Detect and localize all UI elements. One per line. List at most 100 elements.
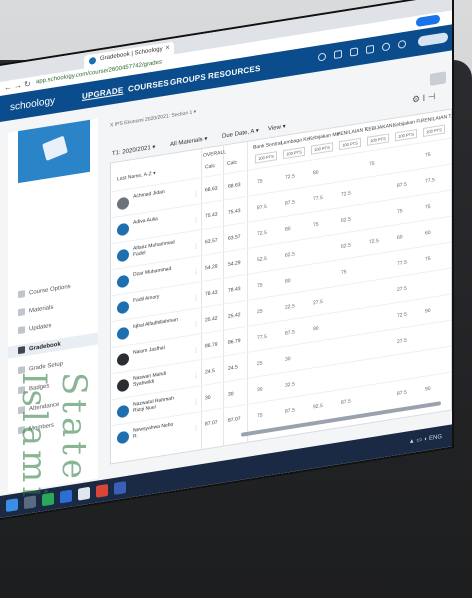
grade-cell[interactable]: 87.5 <box>397 182 407 190</box>
row-menu-icon[interactable]: ⋮ <box>193 268 199 276</box>
sidebar-item-materials[interactable]: Materials <box>18 304 53 317</box>
grade-cell[interactable]: 72.5 <box>397 312 407 320</box>
word-icon[interactable] <box>60 489 72 504</box>
grade-cell[interactable]: 92.5 <box>313 403 323 411</box>
grade-cell[interactable]: 62.5 <box>341 216 351 224</box>
assignment-column-header[interactable]: PENILAIAN T... <box>421 113 452 124</box>
grade-cell[interactable]: 90 <box>425 386 431 393</box>
grade-cell[interactable]: 75 <box>369 161 375 168</box>
filter-sort-date[interactable]: Due Date, A ▾ <box>222 127 259 140</box>
grade-cell[interactable]: 80 <box>285 226 291 233</box>
student-name[interactable]: Newsyahwa Nebo R. <box>133 421 179 440</box>
row-menu-icon[interactable]: ⋮ <box>193 372 199 380</box>
start-icon[interactable] <box>6 498 18 513</box>
filter-view[interactable]: View ▾ <box>268 123 286 133</box>
grade-cell[interactable]: 30 <box>285 356 291 363</box>
row-menu-icon[interactable]: ⋮ <box>193 242 199 250</box>
app-icon[interactable] <box>114 481 126 495</box>
grade-cell[interactable]: 22.5 <box>285 303 295 311</box>
nav-resources[interactable]: RESOURCES <box>208 64 260 81</box>
powerpoint-icon[interactable] <box>96 483 108 498</box>
grade-cell[interactable]: 75 <box>397 208 403 215</box>
grade-cell[interactable]: 87.5 <box>257 204 267 212</box>
user-menu[interactable] <box>418 32 448 47</box>
row-menu-icon[interactable]: ⋮ <box>193 424 199 432</box>
student-name[interactable]: Naswan Mahdi Syahwildi <box>133 369 179 388</box>
assignment-column-header[interactable]: Kebijakan Fi... <box>393 118 425 129</box>
sidebar-item-updates[interactable]: Updates <box>18 322 51 335</box>
grade-cell[interactable]: 72.5 <box>341 190 351 198</box>
grade-cell[interactable]: 87.5 <box>285 199 295 207</box>
nav-upgrade[interactable]: UPGRADE <box>82 85 123 101</box>
grade-cell[interactable]: 75 <box>341 269 347 276</box>
schoology-logo[interactable]: schoology <box>10 95 55 113</box>
student-name[interactable]: Achmad Jidan <box>133 187 179 200</box>
grade-cell[interactable]: 27.5 <box>397 286 407 294</box>
grade-cell[interactable]: 87.5 <box>341 398 351 406</box>
grade-cell[interactable]: 77.5 <box>425 177 435 185</box>
grade-cell[interactable]: 25 <box>257 308 263 315</box>
sidebar-item-attendance[interactable]: Attendance <box>18 401 59 415</box>
student-name[interactable]: Naiom Jasfhal <box>133 343 179 356</box>
row-menu-icon[interactable]: ⋮ <box>193 320 199 328</box>
student-name[interactable]: Dzar Muhammad <box>133 265 179 278</box>
messages-icon[interactable] <box>366 44 374 55</box>
reload-icon[interactable]: ↻ <box>24 79 31 89</box>
grade-cell[interactable]: 90 <box>425 308 431 315</box>
grade-cell[interactable]: 60 <box>397 234 403 241</box>
grade-cell[interactable]: 75 <box>257 412 263 419</box>
back-icon[interactable]: ← <box>4 82 12 92</box>
row-menu-icon[interactable]: ⋮ <box>193 190 199 198</box>
grade-cell[interactable]: 75 <box>257 178 263 185</box>
filter-grading-period[interactable]: T1: 2020/2021 ▾ <box>112 143 155 157</box>
sidebar-item-badges[interactable]: Badges <box>18 382 49 395</box>
gradebook-settings-button[interactable] <box>430 71 446 86</box>
system-tray[interactable]: ▲ ▭ ◗ ENG <box>409 433 442 445</box>
apps-icon[interactable] <box>334 49 342 60</box>
student-name[interactable]: Iqbal Alfadhillahman <box>133 317 179 330</box>
breadcrumb[interactable]: X IPS Ekonomi 2020/2021: Section 1 ▾ <box>110 109 196 129</box>
grade-cell[interactable]: 75 <box>425 204 431 211</box>
grade-cell[interactable]: 27.5 <box>313 299 323 307</box>
row-menu-icon[interactable]: ⋮ <box>193 216 199 224</box>
notifications-icon[interactable] <box>382 42 390 52</box>
grade-cell[interactable]: 75 <box>425 256 431 263</box>
student-name[interactable]: Adiva Aulia <box>133 213 179 226</box>
grade-cell[interactable]: 32.5 <box>285 381 295 389</box>
assignment-column-header[interactable]: KEBIJAKAN... <box>365 122 397 133</box>
sidebar-item-course-options[interactable]: Course Options <box>18 283 71 299</box>
grade-cell[interactable]: 62.5 <box>285 251 295 259</box>
grade-cell[interactable]: 72.5 <box>369 238 379 246</box>
grade-cell[interactable]: 77.5 <box>397 260 407 268</box>
grade-cell[interactable]: 60 <box>425 230 431 237</box>
grade-cell[interactable]: 75 <box>257 282 263 289</box>
grade-cell[interactable]: 77.5 <box>257 334 267 342</box>
sidebar-item-members[interactable]: Members <box>18 421 54 435</box>
grade-cell[interactable]: 52.5 <box>257 256 267 264</box>
student-name[interactable]: Fadil Amory <box>133 291 179 304</box>
forward-icon[interactable]: → <box>14 81 22 91</box>
student-name[interactable]: Alfariz Muhammad Fadel <box>133 239 179 258</box>
nav-groups[interactable]: GROUPS <box>170 72 206 87</box>
grade-cell[interactable]: 87.5 <box>397 390 407 398</box>
row-menu-icon[interactable]: ⋮ <box>193 294 199 302</box>
grade-cell[interactable]: 25 <box>257 360 263 367</box>
grade-cell[interactable]: 27.5 <box>397 338 407 346</box>
grade-cell[interactable]: 87.5 <box>285 329 295 337</box>
grade-cell[interactable]: 72.5 <box>257 230 267 238</box>
grade-cell[interactable]: 90 <box>313 326 319 333</box>
sidebar-item-grade-setup[interactable]: Grade Setup <box>18 360 63 375</box>
grade-cell[interactable]: 30 <box>257 386 263 393</box>
grade-cell[interactable]: 75 <box>313 222 319 229</box>
student-name[interactable]: Nazwatul Rahmah Rizqi Nuel <box>133 395 179 413</box>
excel-icon[interactable] <box>42 492 54 507</box>
search-taskbar-icon[interactable] <box>24 495 36 510</box>
gradebook-tools-icon[interactable]: ⚙ I ⊣ <box>412 91 435 106</box>
grade-cell[interactable]: 77.5 <box>313 195 323 203</box>
sort-dropdown[interactable]: Last Name, A-Z ▾ <box>117 170 156 182</box>
nav-courses[interactable]: COURSES <box>128 78 169 93</box>
filter-materials[interactable]: All Materials ▾ <box>170 135 207 148</box>
grade-cell[interactable]: 80 <box>313 170 319 177</box>
close-tab-icon[interactable]: ✕ <box>165 44 170 52</box>
grade-cell[interactable]: 75 <box>425 152 431 159</box>
